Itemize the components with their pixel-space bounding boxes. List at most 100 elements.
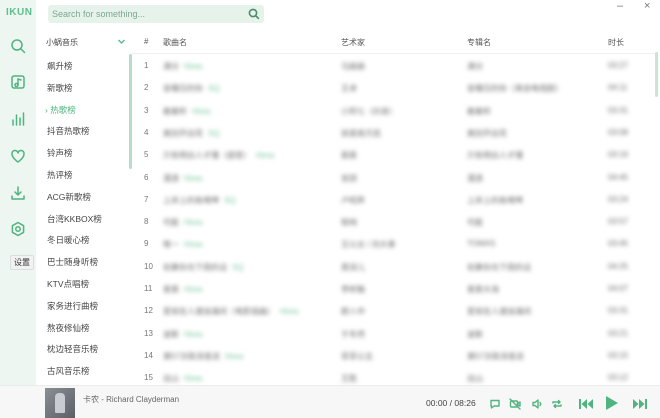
chevron-down-icon — [117, 37, 126, 48]
song-album-text: 离别开出花 — [467, 128, 507, 138]
nav-favorites-button[interactable] — [8, 146, 28, 166]
total-time: 08:26 — [454, 398, 476, 408]
song-album: 第57次取消发送 — [467, 351, 524, 362]
song-artist-text: 马赫赫 — [341, 62, 365, 71]
table-row[interactable]: 1 满分 Hires 马赫赫 满分 03:27 — [132, 55, 658, 77]
table-row[interactable]: 14 第57次取消发送 Hires 菲菲公主 第57次取消发送 03:15 — [132, 345, 658, 367]
table-row[interactable]: 5 只有明白人才懂（感恩） Hires 蔡蔡 只有明白人才懂 03:16 — [132, 144, 658, 166]
nav-search-button[interactable] — [8, 36, 28, 56]
repeat-button[interactable] — [550, 397, 564, 411]
minimize-button[interactable]: – — [617, 0, 623, 12]
row-number-text: 14 — [144, 350, 153, 360]
song-title-text: 如果你也下雨的话 — [163, 262, 227, 272]
song-title-text: 星辰 — [163, 285, 179, 294]
row-number-text: 8 — [144, 217, 149, 227]
rank-list-item[interactable]: 古风音乐榜 — [47, 365, 90, 377]
row-number: 9 — [144, 239, 148, 248]
table-row[interactable]: 15 出山 Hires 王胜 出山 03:12 — [132, 367, 658, 385]
song-artist: 菲菲公主 — [341, 351, 373, 362]
rank-list-item[interactable]: KTV点唱榜 — [47, 278, 89, 290]
search-icon — [11, 39, 26, 54]
rank-list-item-label: 台湾KKBOX榜 — [47, 213, 102, 224]
rank-list-item[interactable]: 熬夜修仙榜 — [47, 322, 90, 334]
album-cover[interactable] — [45, 388, 75, 418]
table-row[interactable]: 10 如果你也下雨的话 SQ 周深儿 如果你也下雨的话 04:25 — [132, 256, 658, 278]
nav-downloads-button[interactable] — [8, 183, 28, 203]
time-separator: / — [449, 398, 453, 408]
previous-button[interactable] — [577, 397, 595, 411]
rank-list-item[interactable]: 台湾KKBOX榜 — [47, 213, 102, 225]
rank-list-item[interactable]: 新歌榜 — [47, 82, 73, 94]
quality-tag: Hires — [192, 106, 211, 116]
table-row[interactable]: 11 星辰 Hires 李昕融 星辰大海 04:07 — [132, 278, 658, 300]
search-button[interactable] — [248, 8, 260, 20]
table-row[interactable]: 2 金曜日的你 SQ 王卓 金曜日的你（来自电视剧） 04:11 — [132, 77, 658, 99]
table-row[interactable]: 9 唯一 Hires 王以太 / 刘大拿 TOMAS 03:45 — [132, 233, 658, 255]
song-album: 如果你也下雨的话 — [467, 262, 531, 273]
table-row[interactable]: 6 漫游 Hires 张钥 漫游 04:45 — [132, 167, 658, 189]
table-row[interactable]: 13 波斯 Hires 于冬然 波斯 03:21 — [132, 323, 658, 345]
search-icon — [248, 8, 260, 20]
table-row[interactable]: 7 上岸上的鱼喝啤 SQ 卢昭昇 上岸上的鱼喝啤 03:24 — [132, 189, 658, 211]
rank-list-item-label: 热歌榜 — [50, 104, 76, 115]
next-button[interactable] — [631, 397, 649, 411]
comment-icon — [490, 399, 500, 409]
song-artist-text: 程响 — [341, 218, 357, 228]
nav-charts-button[interactable] — [8, 109, 28, 129]
song-title: 星辰 Hires — [163, 284, 203, 295]
song-duration-text: 03:15 — [608, 350, 629, 360]
rank-list-item[interactable]: 巴士随身听榜 — [47, 256, 98, 268]
comment-button[interactable] — [488, 397, 502, 411]
col-header-album[interactable]: 专辑名 — [467, 37, 491, 48]
table-row[interactable]: 4 离别开出花 SQ 就是南方凯 离别开出花 03:08 — [132, 122, 658, 144]
rank-list-item[interactable]: 铃声榜 — [47, 147, 73, 159]
row-number: 6 — [144, 173, 148, 182]
song-artist: 就是南方凯 — [341, 128, 381, 139]
volume-button[interactable] — [530, 397, 544, 411]
row-number: 14 — [144, 351, 153, 360]
rank-list-panel: 小蜗音乐 飙升榜新歌榜 › 热歌榜抖音热歌榜铃声榜热评榜 ACG新歌榜 台湾KKBOX… — [38, 31, 132, 385]
quality-tag: Hires — [184, 62, 203, 71]
song-album-text: 上岸上的鱼喝啤 — [467, 195, 523, 205]
song-artist-text: 菲菲公主 — [341, 351, 373, 361]
song-album: 爱就在人潮汹涌间 — [467, 306, 531, 317]
rank-list-item[interactable]: ACG新歌榜 — [47, 191, 91, 203]
rank-list-item[interactable]: 飙升榜 — [47, 60, 73, 72]
rank-list-item[interactable]: 冬日暖心榜 — [47, 234, 90, 246]
song-duration-text: 03:16 — [608, 150, 629, 160]
rank-list-item-label: 铃声榜 — [47, 148, 73, 159]
song-artist-text: 小阿七（抖音） — [341, 106, 397, 116]
row-number-text: 3 — [144, 105, 149, 115]
col-header-artist[interactable]: 艺术家 — [341, 37, 365, 48]
video-toggle-button[interactable] — [508, 397, 522, 411]
nav-library-button[interactable] — [8, 72, 28, 92]
quality-tag: SQ — [208, 84, 220, 94]
search-input[interactable] — [52, 7, 242, 21]
table-scrollbar[interactable] — [655, 52, 658, 97]
close-button[interactable]: × — [644, 0, 650, 12]
quality-tag: Hires — [184, 374, 203, 384]
song-album-text: 可能 — [467, 218, 483, 228]
song-title: 敢敢听 Hires — [163, 106, 211, 117]
nav-settings-button[interactable] — [8, 219, 28, 239]
table-row[interactable]: 8 可能 Hires 程响 可能 03:57 — [132, 211, 658, 233]
rank-list-item[interactable]: 抖音热歌榜 — [47, 125, 90, 137]
rank-list-item[interactable]: 家务进行曲榜 — [47, 300, 98, 312]
song-artist: 程响 — [341, 217, 357, 228]
song-title-text: 上岸上的鱼喝啤 — [163, 195, 219, 205]
song-artist: 颜人中 — [341, 306, 365, 317]
song-duration: 03:31 — [608, 306, 628, 315]
rank-list-item[interactable]: 枕边轻音乐榜 — [47, 343, 98, 355]
song-album: 离别开出花 — [467, 128, 507, 139]
table-row[interactable]: 3 敢敢听 Hires 小阿七（抖音） 敢敢听 03:31 — [132, 100, 658, 122]
rank-list-item[interactable]: › 热歌榜 — [45, 104, 76, 116]
play-button[interactable] — [603, 394, 621, 412]
rank-list-item[interactable]: 热评榜 — [47, 169, 73, 181]
row-number: 3 — [144, 106, 148, 115]
table-row[interactable]: 12 爱就在人潮汹涌间（电影插曲） Hires 颜人中 爱就在人潮汹涌间 03:31 — [132, 300, 658, 322]
rank-list-item-label: 枕边轻音乐榜 — [47, 344, 99, 355]
quality-tag: SQ — [232, 262, 244, 272]
col-header-title[interactable]: 歌曲名 — [163, 37, 187, 48]
source-select[interactable]: 小蜗音乐 — [46, 37, 130, 49]
col-header-duration[interactable]: 时长 — [608, 37, 624, 48]
